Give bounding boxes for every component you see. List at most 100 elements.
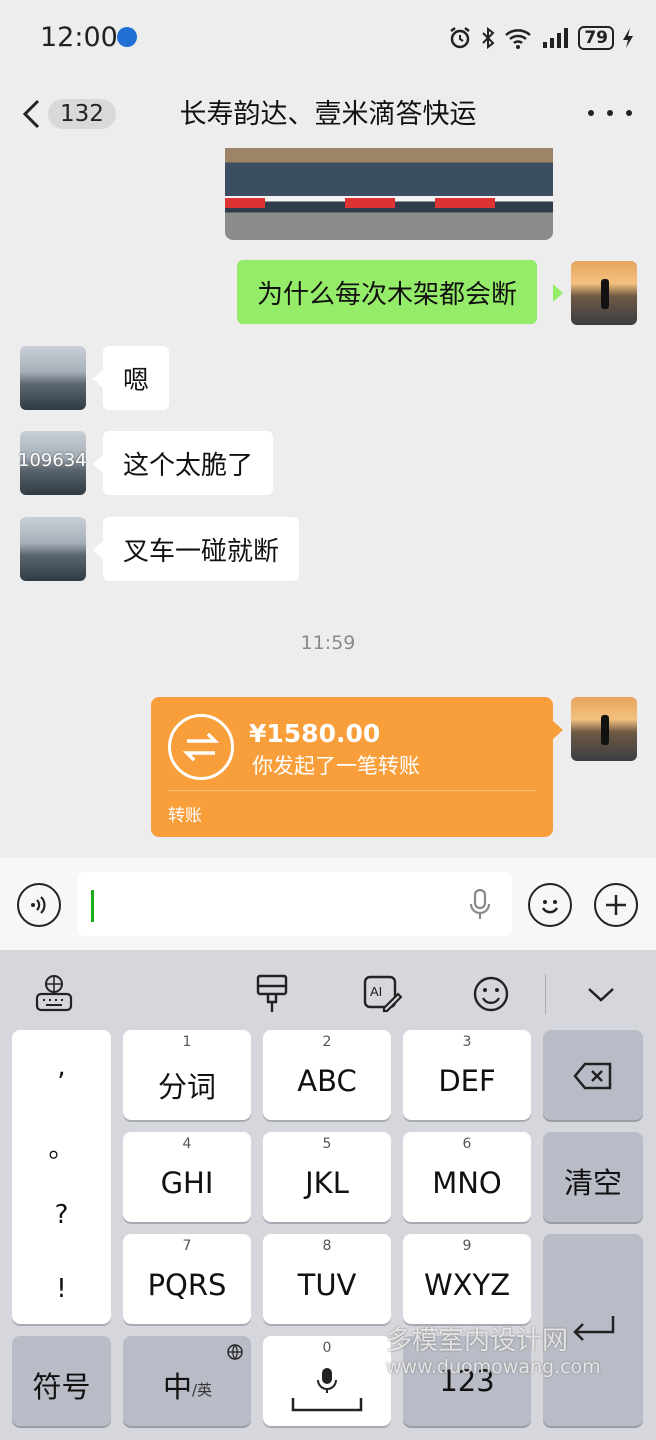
wifi-icon [505, 29, 532, 49]
key-label: PQRS [147, 1268, 227, 1302]
space-mic-icon [291, 1368, 363, 1412]
keyboard-settings-button[interactable] [34, 974, 74, 1014]
transfer-description: 你发起了一笔转账 [252, 754, 420, 778]
key-label: WXYZ [423, 1268, 511, 1302]
svg-text:AI: AI [370, 984, 382, 999]
bubble-tail [93, 541, 103, 559]
text-caret [91, 890, 94, 922]
enter-icon [573, 1316, 615, 1341]
punctuation-key[interactable]: , [12, 1052, 111, 1082]
avatar-self[interactable] [571, 697, 637, 761]
chat-nav-bar: 132 长寿韵达、壹米滴答快运 [0, 78, 656, 148]
truck-taillight [345, 198, 395, 208]
more-options-button[interactable] [588, 98, 632, 128]
backspace-key[interactable] [543, 1030, 643, 1120]
message-bubble-sent[interactable]: 为什么每次木架都会断 [237, 260, 538, 324]
chat-title: 长寿韵达、壹米滴答快运 [179, 99, 477, 130]
toolbar-divider [545, 974, 546, 1014]
key-label: GHI [160, 1166, 214, 1200]
truck-taillight [435, 198, 495, 208]
clear-key-label: 清空 [563, 1166, 622, 1200]
bubble-tail [93, 370, 103, 388]
message-input[interactable] [78, 872, 512, 936]
key-label: TUV [297, 1268, 357, 1302]
punctuation-key[interactable]: 。 [12, 1128, 111, 1165]
truck-taillight [225, 198, 265, 208]
avatar-self[interactable] [571, 261, 637, 325]
hide-keyboard-button[interactable] [581, 974, 621, 1014]
language-sub-label: /英 [192, 1381, 213, 1399]
key-label: ABC [297, 1064, 357, 1098]
key-number: 1 [182, 1034, 192, 1050]
key-6-mno[interactable]: 6 MNO [403, 1132, 531, 1222]
key-label: MNO [432, 1166, 502, 1200]
bubble-tail [553, 721, 563, 739]
key-7-pqrs[interactable]: 7 PQRS [123, 1234, 251, 1324]
key-number: 5 [322, 1136, 332, 1152]
key-2-abc[interactable]: 2 ABC [263, 1030, 391, 1120]
symbols-key[interactable]: 符号 [12, 1336, 111, 1426]
bubble-tail [553, 284, 563, 302]
chevron-left-icon [22, 99, 40, 129]
punctuation-column[interactable]: , 。 ? ! [12, 1030, 111, 1324]
emoji-button[interactable] [528, 883, 572, 927]
notification-app-icon [117, 27, 137, 47]
avatar-contact[interactable] [20, 517, 86, 581]
more-icon-dot [607, 110, 613, 116]
alarm-icon [450, 27, 471, 49]
message-bubble-received[interactable]: 嗯 [103, 346, 170, 410]
voice-mode-button[interactable] [17, 883, 61, 927]
punctuation-key[interactable]: ? [12, 1200, 111, 1230]
back-button[interactable]: 132 [20, 92, 130, 136]
status-time: 12:00 [40, 22, 118, 53]
clear-key[interactable]: 清空 [543, 1132, 643, 1222]
transfer-label: 转账 [168, 806, 202, 826]
transfer-amount: ¥1580.00 [249, 719, 381, 748]
key-label: JKL [305, 1166, 349, 1200]
keyboard-emoji-button[interactable] [471, 974, 511, 1014]
microphone-icon[interactable] [468, 888, 492, 922]
unread-count-badge: 132 [48, 99, 116, 129]
message-bubble-received[interactable]: 这个太脆了 [103, 431, 274, 495]
ai-writing-button[interactable]: AI [362, 974, 402, 1014]
key-label: 分词 [157, 1070, 216, 1104]
signal-icon [543, 28, 569, 48]
transfer-icon [168, 714, 234, 780]
avatar-figure [601, 279, 609, 309]
bubble-tail [93, 455, 103, 473]
smiley-icon [473, 976, 509, 1012]
symbols-key-label: 符号 [32, 1370, 91, 1404]
chevron-down-icon [588, 988, 614, 1002]
more-functions-button[interactable] [594, 883, 638, 927]
keyboard-skin-button[interactable] [252, 974, 292, 1014]
sent-image-truck[interactable] [225, 148, 553, 240]
punctuation-key[interactable]: ! [12, 1274, 111, 1304]
key-9-wxyz[interactable]: 9 WXYZ [403, 1234, 531, 1324]
more-icon-dot [588, 110, 594, 116]
globe-icon [227, 1344, 243, 1360]
avatar-contact[interactable] [20, 346, 86, 410]
key-number: 9 [462, 1238, 472, 1254]
key-8-tuv[interactable]: 8 TUV [263, 1234, 391, 1324]
message-bubble-received[interactable]: 叉车一碰就断 [103, 517, 300, 581]
transfer-card[interactable]: ¥1580.00 你发起了一笔转账 转账 [151, 697, 553, 837]
key-3-def[interactable]: 3 DEF [403, 1030, 531, 1120]
paintbrush-icon [256, 974, 288, 1012]
emoji-icon [541, 900, 559, 914]
language-switch-key[interactable]: 中 /英 [123, 1336, 251, 1426]
key-number: 2 [322, 1034, 332, 1050]
charging-icon [623, 28, 633, 48]
avatar-figure [601, 715, 609, 745]
key-1-fenci[interactable]: 1 分词 [123, 1030, 251, 1120]
avatar-overlay-number: 109634 [18, 450, 87, 471]
status-bar: 12:00 79 [0, 0, 656, 78]
language-main-label: 中 [163, 1370, 193, 1404]
key-5-jkl[interactable]: 5 JKL [263, 1132, 391, 1222]
space-key[interactable]: 0 [263, 1336, 391, 1426]
key-number: 6 [462, 1136, 472, 1152]
message-input-bar [0, 858, 656, 950]
key-label: DEF [438, 1064, 496, 1098]
key-4-ghi[interactable]: 4 GHI [123, 1132, 251, 1222]
transfer-divider [168, 790, 536, 791]
plus-icon [606, 895, 626, 915]
